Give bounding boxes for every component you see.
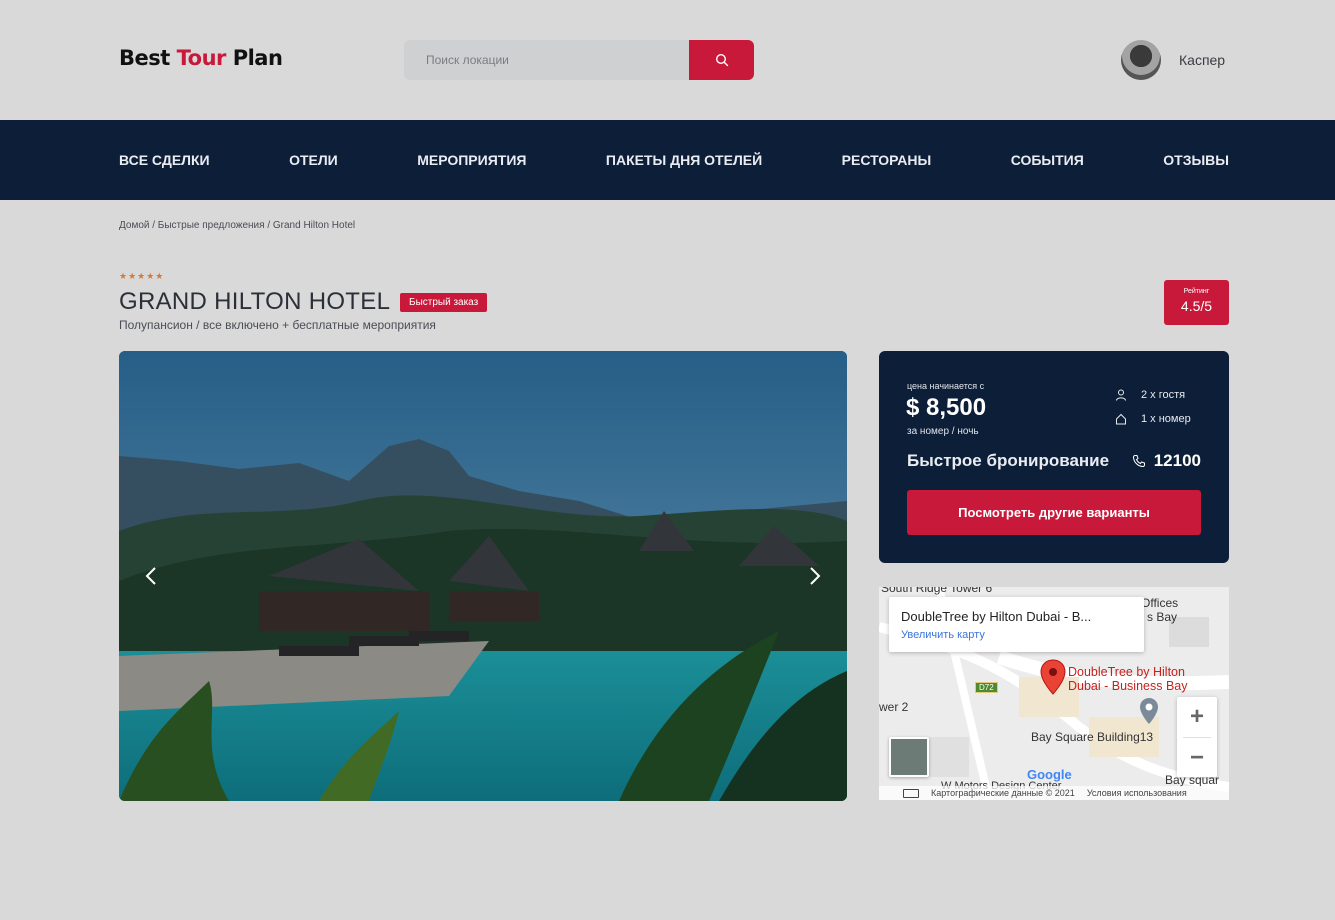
rooms-row: 1 x номер bbox=[1115, 407, 1191, 431]
search-input[interactable] bbox=[404, 40, 689, 80]
breadcrumb[interactable]: Домой / Быстрые предложения / Grand Hilt… bbox=[119, 220, 355, 231]
zoom-controls: + − bbox=[1177, 697, 1217, 777]
user-icon bbox=[1116, 389, 1126, 401]
google-logo: Google bbox=[1027, 767, 1072, 782]
nav-item-all-deals[interactable]: Все сделки bbox=[119, 152, 210, 168]
map-footer: Картографические данные © 2021 Условия и… bbox=[879, 786, 1229, 800]
logo[interactable]: Best Tour Plan bbox=[119, 46, 283, 70]
logo-text-1: Best bbox=[119, 46, 177, 70]
nav-item-reviews[interactable]: Отзывы bbox=[1163, 152, 1229, 168]
logo-text-2: Plan bbox=[225, 46, 283, 70]
carousel-next-button[interactable] bbox=[803, 561, 827, 591]
map-info-card: DoubleTree by Hilton Dubai - B... Увелич… bbox=[889, 597, 1144, 652]
map-label-bay: s Bay bbox=[1147, 610, 1178, 624]
google-logo-text: Google bbox=[1027, 767, 1072, 782]
logo-text-accent: Tour bbox=[176, 46, 227, 70]
hero-image bbox=[119, 351, 847, 801]
rating-label: Рейтинг bbox=[1183, 288, 1210, 295]
user-menu[interactable]: Каспер bbox=[1121, 40, 1225, 80]
map-card-title: DoubleTree by Hilton Dubai - B... bbox=[901, 609, 1092, 624]
nav-item-activities[interactable]: Мероприятия bbox=[417, 152, 526, 168]
map-label-bay-square: Bay Square Building13 bbox=[1031, 730, 1154, 744]
place-marker-icon bbox=[1140, 698, 1158, 724]
nav-item-restaurants[interactable]: Рестораны bbox=[842, 152, 932, 168]
keyboard-icon[interactable] bbox=[903, 788, 919, 798]
map-pin-label: DoubleTree by Hilton Dubai - Business Ba… bbox=[1068, 665, 1188, 693]
search-icon bbox=[715, 53, 728, 67]
main-nav: Все сделки Отели Мероприятия Пакеты дня … bbox=[0, 120, 1335, 200]
map-label-tower2: wer 2 bbox=[879, 700, 909, 714]
other-options-button[interactable]: Посмотреть другие варианты bbox=[907, 490, 1201, 535]
quick-booking-phone[interactable]: 12100 bbox=[1132, 451, 1201, 471]
map-pin-icon[interactable] bbox=[1040, 659, 1066, 695]
home-icon bbox=[1116, 413, 1126, 425]
star-rating: ★★★★★ bbox=[119, 271, 165, 281]
hotel-subtitle: Полупансион / все включено + бесплатные … bbox=[119, 318, 436, 332]
hero-image-carousel[interactable] bbox=[119, 351, 847, 801]
map[interactable]: South Ridge Tower 6 Offices s Bay wer 2 … bbox=[879, 587, 1229, 800]
map-label-offices: Offices bbox=[1141, 596, 1179, 610]
nav-item-hotels[interactable]: Отели bbox=[289, 152, 338, 168]
price-label: цена начинается с bbox=[907, 381, 985, 391]
map-data-attribution: Картографические данные © 2021 bbox=[931, 788, 1075, 798]
header: Best Tour Plan Каспер bbox=[0, 0, 1335, 120]
carousel-prev-button[interactable] bbox=[139, 561, 163, 591]
quick-booking-label: Быстрое бронирование bbox=[907, 451, 1110, 470]
guests-row: 2 x гостя bbox=[1115, 383, 1191, 407]
road-badge: D72 bbox=[975, 682, 998, 693]
satellite-toggle[interactable] bbox=[889, 737, 929, 777]
search-button[interactable] bbox=[689, 40, 754, 80]
phone-icon bbox=[1132, 455, 1145, 468]
nav-item-events[interactable]: События bbox=[1011, 152, 1084, 168]
zoom-out-button[interactable]: − bbox=[1177, 738, 1217, 778]
enlarge-map-link[interactable]: Увеличить карту bbox=[901, 629, 985, 641]
rooms-count: 1 x номер bbox=[1141, 413, 1191, 425]
booking-card: цена начинается с $ 8,500 за номер / ноч… bbox=[879, 351, 1229, 563]
user-name[interactable]: Каспер bbox=[1179, 52, 1225, 68]
map-terms-link[interactable]: Условия использования bbox=[1087, 788, 1187, 798]
page-title: GRAND HILTON HOTEL bbox=[119, 288, 391, 315]
rating-badge: Рейтинг 4.5/5 bbox=[1164, 280, 1229, 325]
chevron-right-icon bbox=[810, 567, 821, 585]
quick-order-badge: Быстрый заказ bbox=[400, 293, 488, 312]
zoom-in-button[interactable]: + bbox=[1177, 697, 1217, 737]
guests-count: 2 x гостя bbox=[1141, 389, 1186, 401]
chevron-left-icon bbox=[145, 567, 156, 585]
rating-value: 4.5/5 bbox=[1180, 298, 1213, 314]
avatar[interactable] bbox=[1121, 40, 1161, 80]
quick-booking: Быстрое бронирование 12100 bbox=[907, 451, 1201, 471]
occupancy-info: 2 x гостя 1 x номер bbox=[1115, 383, 1191, 431]
map-pin-label-line-1: DoubleTree by Hilton bbox=[1068, 665, 1185, 679]
search-bar bbox=[404, 40, 754, 80]
nav-item-day-packages[interactable]: Пакеты дня отелей bbox=[606, 152, 762, 168]
map-label-tower: South Ridge Tower 6 bbox=[881, 587, 993, 595]
price-unit: за номер / ночь bbox=[907, 426, 979, 437]
phone-number: 12100 bbox=[1153, 451, 1201, 470]
price: $ 8,500 bbox=[906, 394, 987, 421]
map-pin-label-line-2: Dubai - Business Bay bbox=[1068, 679, 1188, 693]
